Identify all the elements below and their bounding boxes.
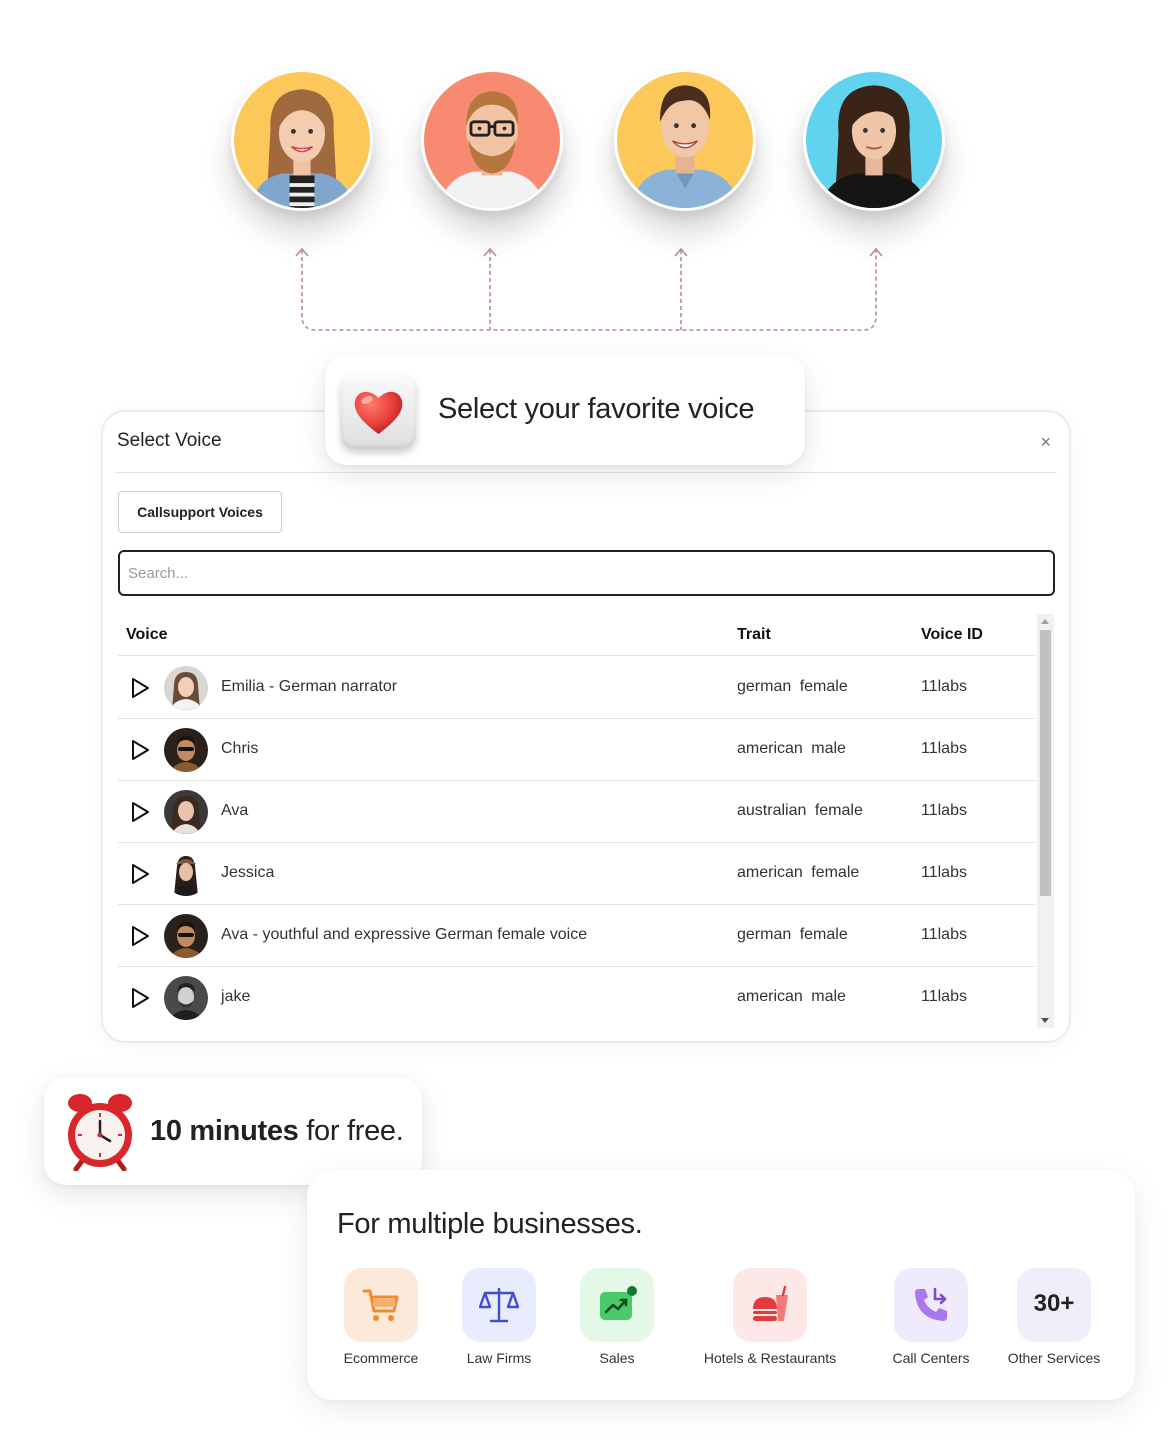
voice-trait: american male (737, 988, 846, 1005)
heart-icon (341, 375, 416, 449)
column-header-voice: Voice (126, 626, 168, 643)
divider (115, 472, 1057, 473)
close-icon[interactable]: × (1040, 432, 1051, 453)
voice-trait: german female (737, 678, 848, 695)
play-icon[interactable] (128, 924, 152, 948)
search-input[interactable] (118, 550, 1055, 596)
law-firms-label: Law Firms (466, 1350, 532, 1366)
voice-name: Ava (221, 802, 249, 819)
trend-up-icon (600, 1286, 637, 1320)
businesses-card: For multiple businesses. Ecommerce Law F… (307, 1170, 1135, 1400)
avatar (164, 728, 208, 772)
favorite-voice-banner: Select your favorite voice (325, 355, 805, 465)
column-header-trait: Trait (737, 626, 771, 643)
thirty-plus-badge: 30+ (1033, 1290, 1075, 1317)
scroll-thumb[interactable] (1040, 630, 1051, 896)
voice-id: 11labs (921, 926, 967, 943)
table-row[interactable]: Ava - youthful and expressive German fem… (118, 905, 1036, 967)
voice-name: jake (221, 988, 251, 1005)
voice-trait: american female (737, 864, 860, 881)
avatar (164, 914, 208, 958)
avatar-woman-blonde[interactable] (231, 69, 373, 211)
ecommerce-label: Ecommerce (343, 1350, 419, 1366)
play-icon[interactable] (128, 738, 152, 762)
avatar (164, 852, 208, 896)
voice-trait: australian female (737, 802, 863, 819)
avatar-woman-brunette[interactable] (803, 69, 945, 211)
avatar-man-smiling[interactable] (614, 69, 756, 211)
voice-table: Voice Trait Voice ID Emilia - German nar… (118, 614, 1036, 1028)
sales-label: Sales (599, 1350, 635, 1366)
voice-name: Jessica (221, 864, 275, 881)
voice-id: 11labs (921, 802, 967, 819)
callsupport-voices-tab[interactable]: Callsupport Voices (118, 491, 282, 533)
select-voice-modal: Select Voice × Callsupport Voices Voice … (101, 410, 1071, 1043)
play-icon[interactable] (128, 800, 152, 824)
voice-id: 11labs (921, 988, 967, 1005)
avatar (164, 790, 208, 834)
call-centers-tile[interactable] (894, 1268, 968, 1342)
scrollbar[interactable] (1037, 614, 1054, 1028)
law-firms-tile[interactable] (462, 1268, 536, 1342)
voice-trait: american male (737, 740, 846, 757)
avatar (164, 666, 208, 710)
avatar (164, 976, 208, 1020)
table-header: Voice Trait Voice ID (118, 614, 1036, 656)
free-minutes-text: 10 minutes for free. (150, 1115, 404, 1147)
ecommerce-tile[interactable] (344, 1268, 418, 1342)
voice-name: Ava - youthful and expressive German fem… (221, 926, 588, 943)
hotels-restaurants-label: Hotels & Restaurants (703, 1350, 837, 1366)
table-row[interactable]: Ava australian female 11labs (118, 781, 1036, 843)
hotels-restaurants-tile[interactable] (733, 1268, 807, 1342)
voice-trait: german female (737, 926, 848, 943)
free-minutes-card: 10 minutes for free. (44, 1077, 422, 1185)
voice-name: Chris (221, 740, 259, 757)
play-icon[interactable] (128, 676, 152, 700)
sales-tile[interactable] (580, 1268, 654, 1342)
voice-id: 11labs (921, 678, 967, 695)
other-services-tile[interactable]: 30+ (1017, 1268, 1091, 1342)
table-row[interactable]: Jessica american female 11labs (118, 843, 1036, 905)
cart-icon (362, 1289, 399, 1321)
scroll-up-arrow-icon[interactable] (1041, 619, 1049, 624)
modal-title: Select Voice (117, 430, 222, 451)
table-row[interactable]: jake american male 11labs (118, 967, 1036, 1028)
play-icon[interactable] (128, 862, 152, 886)
scroll-down-arrow-icon[interactable] (1041, 1018, 1049, 1023)
scales-icon (479, 1287, 519, 1323)
phone-icon (915, 1287, 947, 1321)
voice-id: 11labs (921, 740, 967, 757)
food-icon (753, 1285, 788, 1321)
connector-lines (295, 247, 883, 331)
call-centers-label: Call Centers (892, 1350, 970, 1366)
alarm-clock-icon (68, 1094, 132, 1171)
voice-id: 11labs (921, 864, 967, 881)
column-header-voice-id: Voice ID (921, 626, 983, 643)
table-row[interactable]: Chris american male 11labs (118, 719, 1036, 781)
play-icon[interactable] (128, 986, 152, 1010)
table-row[interactable]: Emilia - German narrator german female 1… (118, 657, 1036, 719)
businesses-title: For multiple businesses. (337, 1208, 643, 1240)
avatar-man-glasses[interactable] (421, 69, 563, 211)
voice-name: Emilia - German narrator (221, 678, 398, 695)
banner-title: Select your favorite voice (438, 393, 755, 425)
other-services-label: Other Services (1007, 1350, 1101, 1366)
